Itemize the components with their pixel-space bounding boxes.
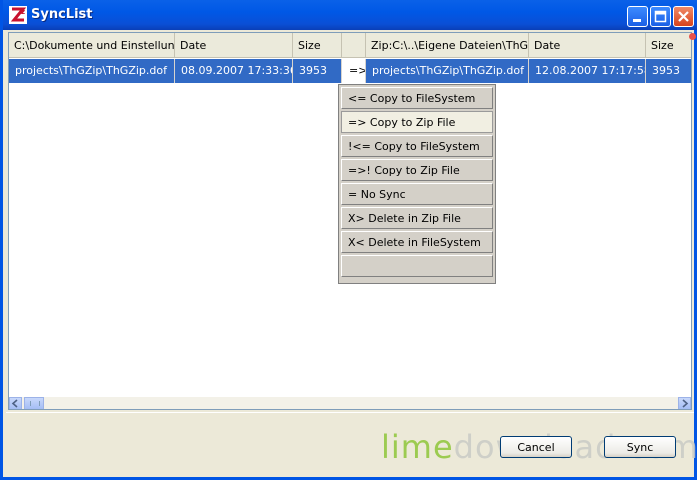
svg-text:z: z — [21, 8, 25, 16]
close-icon — [678, 11, 689, 22]
minimize-icon — [633, 19, 641, 22]
sync-action-cell[interactable]: => — [342, 59, 366, 83]
column-header-right-size[interactable]: Size — [646, 33, 691, 58]
menu-item-no-sync[interactable]: = No Sync — [341, 183, 493, 205]
right-file-date: 12.08.2007 17:17:58 — [529, 59, 646, 83]
left-file-size: 3953 — [293, 59, 342, 83]
column-header-right-date[interactable]: Date — [529, 33, 646, 58]
watermark-part-1: lime — [381, 428, 454, 466]
ztree-logo-icon: z — [9, 6, 27, 24]
left-file-name: projects\ThGZip\ThGZip.dof — [9, 59, 175, 83]
column-header-action[interactable] — [342, 33, 366, 58]
maximize-icon — [654, 10, 667, 23]
column-header-left-date[interactable]: Date — [175, 33, 293, 58]
menu-item-force-copy-to-filesystem[interactable]: !<= Copy to FileSystem — [341, 135, 493, 157]
synclist-window: z SyncList C:\Dokumente und Einstellunge… — [0, 0, 697, 480]
chevron-right-icon — [682, 399, 689, 408]
menu-item-delete-in-filesystem[interactable]: X< Delete in FileSystem — [341, 231, 493, 253]
right-file-size: 3953 — [646, 59, 691, 83]
menu-item-copy-to-zip-file[interactable]: => Copy to Zip File — [341, 111, 493, 133]
sync-button[interactable]: Sync — [604, 436, 676, 458]
horizontal-scrollbar[interactable] — [9, 397, 691, 409]
left-file-date: 08.09.2007 17:33:36 — [175, 59, 293, 83]
title-bar[interactable]: z SyncList — [3, 0, 697, 30]
status-dot — [689, 33, 696, 40]
cancel-button[interactable]: Cancel — [500, 436, 572, 458]
chevron-left-icon — [11, 399, 18, 408]
column-header-zip-path[interactable]: Zip:C:\..\Eigene Dateien\ThGZip — [366, 33, 529, 58]
menu-item-empty[interactable] — [341, 255, 493, 277]
sync-action-context-menu: <= Copy to FileSystem => Copy to Zip Fil… — [338, 84, 496, 284]
table-row[interactable]: projects\ThGZip\ThGZip.dof 08.09.2007 17… — [9, 59, 691, 83]
scroll-thumb[interactable] — [24, 397, 44, 409]
menu-item-force-copy-to-zip-file[interactable]: =>! Copy to Zip File — [341, 159, 493, 181]
close-button[interactable] — [673, 6, 694, 27]
column-header-left-size[interactable]: Size — [293, 33, 342, 58]
column-header-left-path[interactable]: C:\Dokumente und Einstellungen — [9, 33, 175, 58]
menu-item-copy-to-filesystem[interactable]: <= Copy to FileSystem — [341, 87, 493, 109]
minimize-button[interactable] — [627, 6, 648, 27]
menu-item-delete-in-zip-file[interactable]: X> Delete in Zip File — [341, 207, 493, 229]
scroll-right-button[interactable] — [678, 397, 691, 409]
maximize-button[interactable] — [650, 6, 671, 27]
scroll-left-button[interactable] — [9, 397, 22, 409]
window-title: SyncList — [31, 7, 93, 22]
right-file-name: projects\ThGZip\ThGZip.dof — [366, 59, 529, 83]
